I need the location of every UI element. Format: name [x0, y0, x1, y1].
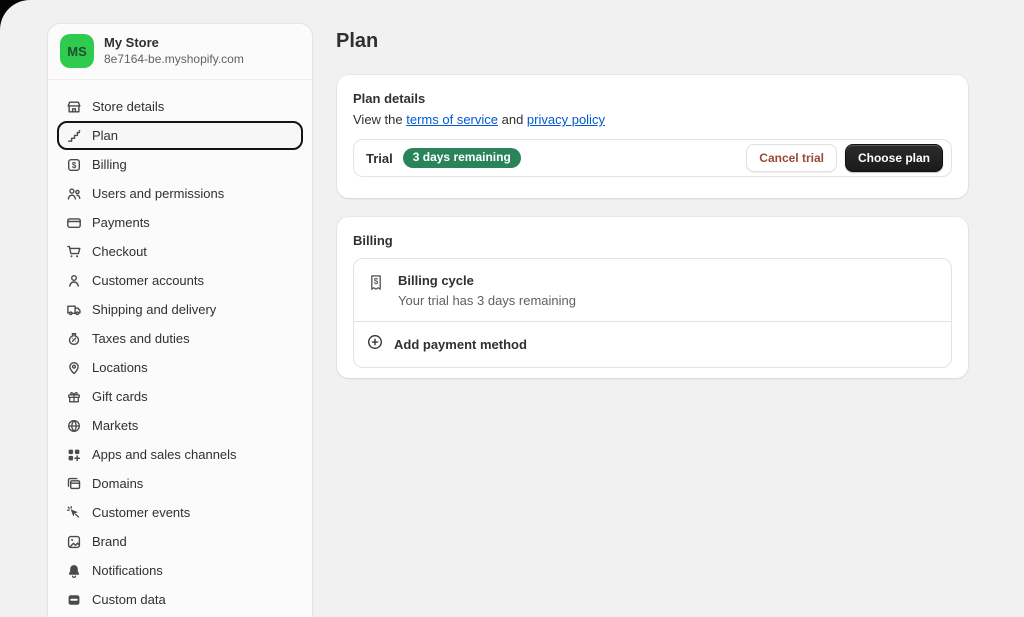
- sidebar-item-label: Shipping and delivery: [92, 302, 217, 317]
- svg-text:$: $: [71, 160, 76, 169]
- sidebar-item-label: Gift cards: [92, 389, 148, 404]
- users-icon: [65, 185, 82, 202]
- subtitle-text: and: [498, 112, 527, 127]
- receipt-icon: $: [366, 273, 386, 298]
- sidebar-item-label: Locations: [92, 360, 148, 375]
- plan-stairs-icon: [65, 127, 82, 144]
- trial-actions: Cancel trial Choose plan: [746, 144, 943, 172]
- sidebar-item-customer-accounts[interactable]: Customer accounts: [57, 266, 303, 295]
- plan-details-subtitle: View the terms of service and privacy po…: [353, 112, 952, 127]
- trial-row: Trial 3 days remaining Cancel trial Choo…: [353, 139, 952, 177]
- person-icon: [65, 272, 82, 289]
- sidebar-item-label: Customer events: [92, 505, 191, 520]
- choose-plan-button[interactable]: Choose plan: [844, 144, 943, 172]
- sidebar-item-label: Apps and sales channels: [92, 447, 237, 462]
- sidebar-item-domains[interactable]: Domains: [57, 469, 303, 498]
- store-initials: MS: [67, 43, 87, 59]
- sidebar-item-plan[interactable]: Plan: [57, 121, 303, 150]
- pin-icon: [65, 359, 82, 376]
- svg-text:$: $: [374, 277, 379, 286]
- store-header: MS My Store 8e7164-be.myshopify.com: [48, 24, 312, 80]
- sidebar-item-label: Notifications: [92, 563, 163, 578]
- sidebar-item-label: Domains: [92, 476, 144, 491]
- settings-page: MS My Store 8e7164-be.myshopify.com Stor…: [0, 0, 1024, 617]
- privacy-policy-link[interactable]: privacy policy: [527, 112, 605, 127]
- sidebar-item-label: Billing: [92, 157, 127, 172]
- page-title: Plan: [336, 30, 379, 52]
- add-payment-method-button[interactable]: Add payment method: [354, 322, 951, 367]
- sidebar-item-customer-events[interactable]: Customer events: [57, 498, 303, 527]
- store-domain: 8e7164-be.myshopify.com: [104, 52, 244, 67]
- sidebar-item-label: Store details: [92, 99, 165, 114]
- subtitle-text: View the: [353, 112, 407, 127]
- sidebar-item-label: Brand: [92, 534, 127, 549]
- billing-cycle-text: Billing cycle Your trial has 3 days rema…: [398, 272, 576, 309]
- sidebar-item-locations[interactable]: Locations: [57, 353, 303, 382]
- truck-icon: [65, 301, 82, 318]
- sidebar-item-billing[interactable]: $ Billing: [57, 150, 303, 179]
- billing-title: Billing: [353, 233, 393, 248]
- sidebar-item-label: Custom data: [92, 592, 166, 607]
- sidebar-item-shipping-and-delivery[interactable]: Shipping and delivery: [57, 295, 303, 324]
- trial-label: Trial: [366, 150, 393, 166]
- bell-icon: [65, 562, 82, 579]
- trial-days-badge: 3 days remaining: [402, 147, 521, 169]
- sidebar-item-gift-cards[interactable]: Gift cards: [57, 382, 303, 411]
- apps-grid-icon: [65, 446, 82, 463]
- store-avatar: MS: [60, 34, 94, 68]
- sidebar-item-taxes-and-duties[interactable]: Taxes and duties: [57, 324, 303, 353]
- gift-icon: [65, 388, 82, 405]
- settings-sidebar: MS My Store 8e7164-be.myshopify.com Stor…: [48, 24, 312, 617]
- sidebar-item-label: Payments: [92, 215, 150, 230]
- billing-cycle-subtitle: Your trial has 3 days remaining: [398, 292, 577, 308]
- dollar-square-icon: $: [65, 156, 82, 173]
- plus-circle-icon: [366, 333, 384, 356]
- sidebar-item-brand[interactable]: Brand: [57, 527, 303, 556]
- store-meta: My Store 8e7164-be.myshopify.com: [104, 35, 244, 67]
- sidebar-item-checkout[interactable]: Checkout: [57, 237, 303, 266]
- sidebar-item-label: Plan: [92, 128, 119, 143]
- sidebar-item-custom-data[interactable]: Custom data: [57, 585, 303, 614]
- add-payment-method-label: Add payment method: [394, 337, 527, 353]
- plan-details-card: Plan details View the terms of service a…: [337, 75, 968, 198]
- sidebar-item-store-details[interactable]: Store details: [57, 92, 303, 121]
- shopify-settings-window: MS My Store 8e7164-be.myshopify.com Stor…: [0, 0, 1024, 617]
- money-bag-icon: [65, 330, 82, 347]
- sidebar-item-markets[interactable]: Markets: [57, 411, 303, 440]
- sidebar-item-label: Checkout: [92, 244, 147, 259]
- sidebar-item-apps-and-sales-channels[interactable]: Apps and sales channels: [57, 440, 303, 469]
- sidebar-item-label: Taxes and duties: [92, 331, 190, 346]
- store-name: My Store: [104, 34, 159, 50]
- billing-box: $ Billing cycle Your trial has 3 days re…: [353, 258, 952, 369]
- cart-icon: [65, 243, 82, 260]
- credit-card-icon: [65, 214, 82, 231]
- cursor-icon: [65, 504, 82, 521]
- plan-details-title: Plan details: [353, 91, 426, 106]
- terms-of-service-link[interactable]: terms of service: [406, 112, 498, 127]
- database-icon: [65, 591, 82, 608]
- billing-card: Billing $ Billing cycle Your trial has 3…: [337, 217, 968, 378]
- settings-nav: Store details Plan $ Billing Users and p…: [48, 80, 312, 614]
- sidebar-item-notifications[interactable]: Notifications: [57, 556, 303, 585]
- billing-cycle-title: Billing cycle: [398, 273, 474, 288]
- sidebar-item-label: Markets: [92, 418, 139, 433]
- globe-icon: [65, 417, 82, 434]
- sidebar-item-payments[interactable]: Payments: [57, 208, 303, 237]
- sidebar-item-users-and-permissions[interactable]: Users and permissions: [57, 179, 303, 208]
- windows-icon: [65, 475, 82, 492]
- cancel-trial-button[interactable]: Cancel trial: [746, 144, 837, 172]
- billing-cycle-row: $ Billing cycle Your trial has 3 days re…: [354, 259, 951, 321]
- sidebar-item-label: Customer accounts: [92, 273, 204, 288]
- storefront-icon: [65, 98, 82, 115]
- sidebar-item-label: Users and permissions: [92, 186, 225, 201]
- image-icon: [65, 533, 82, 550]
